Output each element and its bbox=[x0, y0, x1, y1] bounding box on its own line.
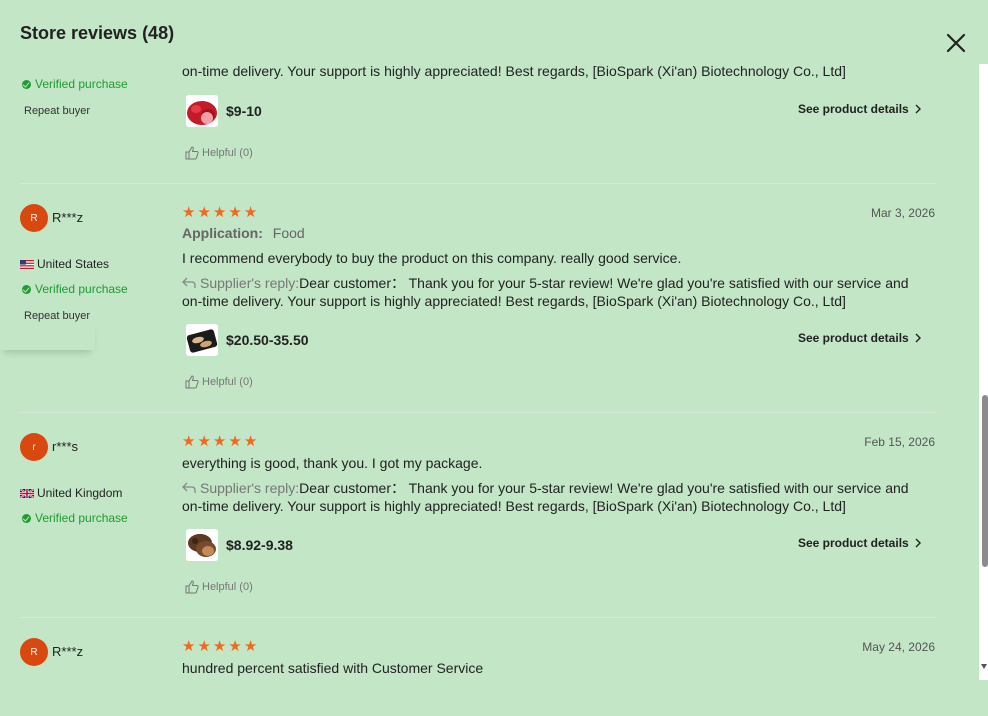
review-divider bbox=[20, 183, 937, 184]
helpful-button[interactable]: Helpful (0) bbox=[185, 375, 253, 389]
star-icon: ★ bbox=[228, 204, 242, 221]
star-icon: ★ bbox=[228, 433, 242, 450]
star-icon: ★ bbox=[182, 638, 196, 655]
reply-label: Supplier's reply: bbox=[200, 480, 300, 496]
review-text: everything is good, thank you. I got my … bbox=[182, 455, 483, 471]
star-icon: ★ bbox=[182, 433, 196, 450]
avatar: R bbox=[20, 204, 48, 232]
reply-icon bbox=[182, 482, 196, 493]
helpful-label: Helpful (0) bbox=[202, 581, 253, 593]
star-icon: ★ bbox=[243, 638, 258, 655]
star-icon: ★ bbox=[243, 433, 258, 450]
chevron-right-icon bbox=[915, 333, 921, 343]
supplier-reply: Supplier's reply:Dear customer： Thank yo… bbox=[182, 274, 922, 310]
verified-label: Verified purchase bbox=[35, 511, 128, 525]
reply-label: Supplier's reply: bbox=[200, 275, 300, 291]
repeat-buyer: Repeat buyer bbox=[24, 105, 91, 117]
star-rating: ★ ★ ★ ★ ★ bbox=[182, 205, 257, 220]
uk-flag-icon bbox=[20, 488, 34, 498]
avatar: r bbox=[20, 433, 48, 461]
application-tag: Application: Food bbox=[182, 225, 305, 241]
scrollbar-track[interactable] bbox=[979, 64, 988, 680]
review-text: I recommend everybody to buy the product… bbox=[182, 250, 682, 266]
reviewer-country: United Kingdom bbox=[20, 486, 122, 500]
chevron-right-icon bbox=[915, 104, 921, 114]
product-thumbnail[interactable] bbox=[186, 95, 218, 127]
application-value: Food bbox=[272, 225, 305, 241]
see-product-details-link[interactable]: See product details bbox=[798, 536, 922, 550]
helpful-button[interactable]: Helpful (0) bbox=[185, 580, 253, 594]
verified-purchase: Verified purchase bbox=[22, 77, 128, 91]
helpful-button[interactable]: Helpful (0) bbox=[185, 146, 253, 160]
verified-label: Verified purchase bbox=[35, 77, 128, 91]
see-product-details-link[interactable]: See product details bbox=[798, 102, 922, 116]
supplier-reply: Supplier's reply:Dear customer： Thank yo… bbox=[182, 479, 922, 515]
see-product-details-link[interactable]: See product details bbox=[798, 331, 922, 345]
application-label: Application: bbox=[182, 225, 263, 241]
review-divider bbox=[20, 617, 937, 618]
reviewer-name: r***s bbox=[52, 439, 79, 454]
verified-icon bbox=[22, 513, 31, 523]
reply-icon bbox=[182, 277, 196, 288]
helpful-label: Helpful (0) bbox=[202, 147, 253, 159]
review-date: Feb 15, 2026 bbox=[864, 435, 935, 449]
reviewer-name: R***z bbox=[52, 210, 84, 225]
review-divider bbox=[20, 412, 937, 413]
star-icon: ★ bbox=[228, 638, 242, 655]
reviewer-name: R***z bbox=[52, 644, 84, 659]
avatar: R bbox=[20, 638, 48, 666]
chevron-right-icon bbox=[915, 538, 921, 548]
star-rating: ★ ★ ★ ★ ★ bbox=[182, 434, 257, 449]
product-thumbnail[interactable] bbox=[186, 529, 218, 561]
star-rating: ★ ★ ★ ★ ★ bbox=[182, 639, 257, 654]
helpful-label: Helpful (0) bbox=[202, 376, 253, 388]
scroll-down-arrow-icon[interactable] bbox=[981, 664, 987, 669]
see-product-details-label: See product details bbox=[798, 102, 909, 116]
verified-purchase: Verified purchase bbox=[22, 282, 128, 296]
star-icon: ★ bbox=[212, 204, 227, 221]
product-price: $8.92-9.38 bbox=[226, 537, 293, 553]
star-icon: ★ bbox=[197, 204, 211, 221]
thumbs-up-icon bbox=[185, 375, 199, 389]
verified-icon bbox=[22, 284, 31, 294]
country-label: United States bbox=[37, 257, 110, 271]
star-icon: ★ bbox=[212, 433, 227, 450]
country-label: United Kingdom bbox=[37, 486, 123, 500]
review-date: May 24, 2026 bbox=[862, 640, 935, 654]
star-icon: ★ bbox=[182, 204, 196, 221]
store-reviews-modal: Store reviews (48) Verified purchase Rep… bbox=[0, 0, 988, 716]
star-icon: ★ bbox=[197, 638, 211, 655]
thumbs-up-icon bbox=[185, 580, 199, 594]
reviewer-country: United States bbox=[20, 257, 109, 271]
thumbs-up-icon bbox=[185, 146, 199, 160]
modal-title: Store reviews (48) bbox=[20, 23, 175, 43]
product-price: $9-10 bbox=[226, 103, 262, 119]
review-date: Mar 3, 2026 bbox=[870, 206, 935, 220]
see-product-details-label: See product details bbox=[798, 536, 909, 550]
star-icon: ★ bbox=[243, 204, 258, 221]
close-icon[interactable] bbox=[944, 31, 968, 55]
scrollbar-thumb[interactable] bbox=[982, 395, 988, 567]
review-text: hundred percent satisfied with Customer … bbox=[182, 660, 484, 676]
verified-label: Verified purchase bbox=[35, 282, 128, 296]
sidebar-shadow bbox=[0, 320, 95, 350]
verified-purchase: Verified purchase bbox=[22, 511, 128, 525]
product-thumbnail[interactable] bbox=[186, 324, 218, 356]
us-flag-icon bbox=[20, 259, 34, 269]
star-icon: ★ bbox=[212, 638, 227, 655]
see-product-details-label: See product details bbox=[798, 331, 909, 345]
supplier-reply-text: on-time delivery. Your support is highly… bbox=[182, 63, 846, 79]
verified-icon bbox=[22, 79, 31, 89]
product-price: $20.50-35.50 bbox=[226, 332, 309, 348]
star-icon: ★ bbox=[197, 433, 211, 450]
